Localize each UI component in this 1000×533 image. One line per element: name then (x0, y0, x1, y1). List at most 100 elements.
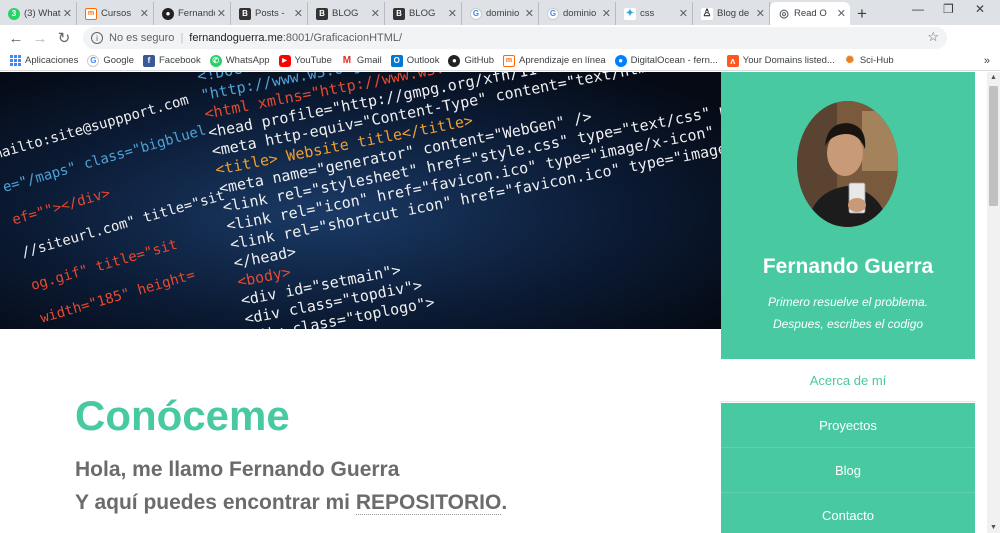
tabs-container: 3(3) WhatsApp✕mCursos✕●Fernando✕ B Posts -… (0, 0, 850, 25)
close-window-icon[interactable]: ✕ (975, 2, 985, 16)
code-background: <!DOCTYPE html"http://www.w3.org/TR/xhtm… (0, 72, 721, 329)
browser-tab[interactable]: 3 (3) WhatsApp✕ (0, 2, 77, 25)
bookmark-item[interactable]: ● GitHub (448, 54, 495, 67)
google-icon: G (547, 7, 559, 20)
github-icon: ● (448, 54, 461, 67)
tab-close-icon[interactable]: ✕ (602, 7, 611, 20)
browser-tab[interactable]: ✦ css ✕ (616, 2, 693, 25)
bookmark-item[interactable]: ✺ Sci-Hub (843, 54, 894, 67)
profile-name: Fernando Guerra (762, 255, 934, 278)
address-bar[interactable]: i No es seguro | fernandoguerra.me :8001… (83, 27, 947, 49)
reload-icon[interactable]: ↻ (52, 29, 76, 47)
scroll-down-arrow-icon[interactable]: ▼ (987, 524, 1000, 531)
info-icon[interactable]: i (91, 32, 103, 44)
bookmarks-list: Aplicaciones G Google f Facebook ✆ WhatsApp ▶ Yo… (0, 54, 894, 67)
bookmark-label: Aplicaciones (25, 55, 79, 66)
bookmark-item[interactable]: O Outlook (390, 54, 440, 67)
tab-title: Posts - (255, 8, 285, 19)
bookmark-label: DigitalOcean - fern... (630, 55, 718, 66)
apps-dot (17, 63, 21, 67)
browser-tab[interactable]: Gdominio ✕ (462, 2, 539, 25)
profile-sidebar: Fernando Guerra Primero resuelve el prob… (721, 72, 975, 533)
facebook-icon: f (142, 54, 155, 67)
nav-about[interactable]: Acerca de mí (721, 359, 975, 402)
courses-icon: m (85, 7, 97, 20)
about-title: Conóceme (75, 392, 290, 439)
bookmark-star-icon[interactable]: ☆ (927, 29, 939, 45)
bookmark-label: Facebook (158, 55, 201, 66)
bookmark-item[interactable]: ▶ YouTube (278, 54, 332, 67)
apps-dot (13, 63, 17, 67)
tab-close-icon[interactable]: ✕ (679, 7, 688, 20)
bookmark-item[interactable]: ● DigitalOcean - fern... (614, 54, 718, 67)
url-host: fernandoguerra.me (189, 32, 283, 44)
url-path: :8001/GraficacionHTML/ (282, 32, 403, 44)
tab-title: Fernando (178, 8, 215, 19)
tab-close-icon[interactable]: ✕ (448, 7, 457, 20)
outlook-icon: O (390, 54, 403, 67)
browser-tab[interactable]: B Posts - ✕ (231, 2, 308, 25)
browser-tab[interactable]: ♙ Blog de ✕ (693, 2, 770, 25)
bookmark-label: WhatsApp (225, 55, 270, 66)
bookmark-item[interactable]: ✆ WhatsApp (209, 54, 270, 67)
tab-close-icon[interactable]: ✕ (371, 7, 380, 20)
security-label[interactable]: No es seguro (109, 32, 174, 44)
apps-dot (17, 58, 21, 62)
url-separator: | (180, 32, 184, 44)
browser-tab[interactable]: B BLOG ✕ (385, 2, 462, 25)
tab-title: BLOG (409, 8, 436, 19)
browser-tab[interactable]: B BLOG ✕ (308, 2, 385, 25)
page-scrollbar[interactable]: ▲ ▼ (987, 72, 1000, 533)
maximize-icon[interactable]: ❐ (943, 2, 954, 16)
tab-close-icon[interactable]: ✕ (756, 7, 765, 20)
tab-title: dominio (486, 8, 520, 19)
profile-photo (797, 101, 898, 227)
tab-strip: 3(3) WhatsApp✕mCursos✕●Fernando✕ B Posts -… (0, 0, 1000, 25)
bookmark-item[interactable]: ʌ Your Domains listed... (726, 54, 835, 67)
apps-dot (13, 54, 17, 58)
nav-blog[interactable]: Blog (721, 448, 975, 493)
browser-tab[interactable]: ● Fernando ✕ (154, 2, 231, 25)
bookmark-item[interactable]: M Gmail (340, 54, 382, 67)
nav-contact[interactable]: Contacto (721, 493, 975, 533)
apps-dot (13, 58, 17, 62)
nav-projects[interactable]: Proyectos (721, 403, 975, 448)
scroll-up-arrow-icon[interactable]: ▲ (987, 74, 1000, 81)
scroll-thumb[interactable] (989, 86, 998, 206)
intro-line: Hola, me llamo Fernando Guerra (75, 458, 400, 481)
domains-icon: ʌ (726, 54, 739, 67)
intro-prefix: Y aquí puedes encontrar mi (75, 491, 356, 514)
tab-close-icon[interactable]: ✕ (837, 7, 846, 20)
minimize-icon[interactable]: — (912, 2, 924, 16)
tab-close-icon[interactable]: ✕ (63, 7, 72, 20)
repository-link[interactable]: REPOSITORIO (355, 491, 502, 515)
tab-title: css (640, 8, 655, 19)
tab-close-icon[interactable]: ✕ (217, 7, 226, 20)
quote-line: Primero resuelve el problema. (767, 295, 929, 309)
whatsapp-icon: 3 (8, 7, 20, 20)
browser-tab[interactable]: ◎ Read O ✕ (770, 2, 850, 25)
bookmark-item[interactable]: m Aprendizaje en línea (503, 54, 606, 67)
bookmark-label: Gmail (356, 55, 382, 66)
bookmark-item[interactable]: G Google (87, 54, 134, 67)
apps-dot (9, 58, 13, 62)
bookmark-item[interactable]: Aplicaciones (9, 54, 79, 67)
tab-close-icon[interactable]: ✕ (140, 7, 149, 20)
bookmark-item[interactable]: f Facebook (142, 54, 201, 67)
back-arrow-icon[interactable]: ← (4, 30, 28, 47)
youtube-icon: ▶ (278, 54, 291, 67)
tab-close-icon[interactable]: ✕ (294, 7, 303, 20)
new-tab-button[interactable]: + (850, 2, 874, 25)
blog-icon: B (393, 7, 405, 20)
browser-tab[interactable]: m Cursos ✕ (77, 2, 154, 25)
bookmark-label: Outlook (406, 55, 440, 66)
google-icon: G (87, 54, 100, 67)
browser-tab[interactable]: Gdominio ✕ (539, 2, 616, 25)
bookmark-label: GitHub (464, 55, 495, 66)
blog-icon: B (316, 7, 328, 20)
tab-title: dominio (563, 8, 597, 19)
tab-close-icon[interactable]: ✕ (525, 7, 534, 20)
forward-arrow-icon[interactable]: → (28, 30, 52, 47)
google-icon: G (470, 7, 482, 20)
bookmarks-overflow-button[interactable]: » (984, 55, 990, 67)
